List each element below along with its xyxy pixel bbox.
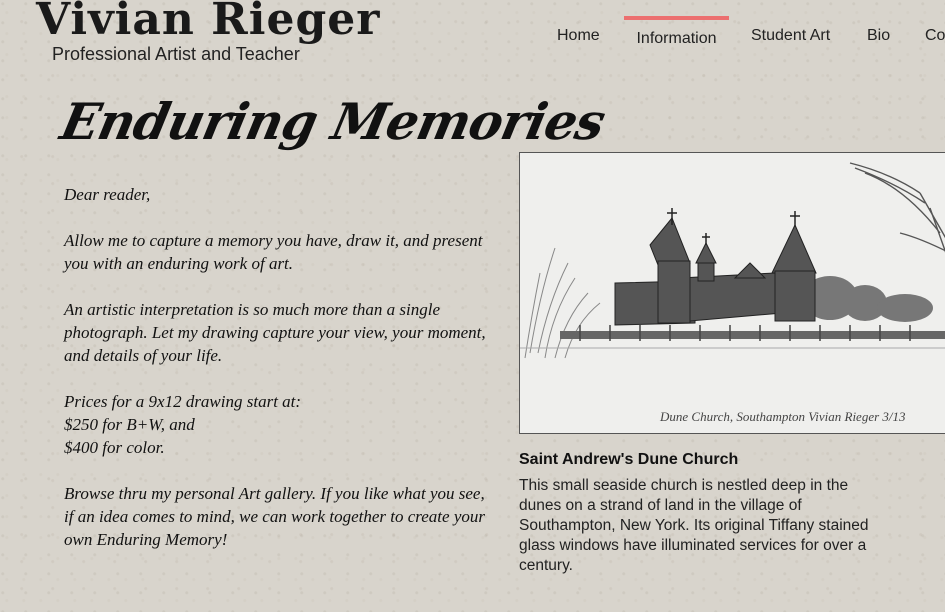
body-copy: Dear reader, Allow me to capture a memor… bbox=[64, 183, 494, 574]
page-heading: Enduring Memories bbox=[55, 92, 610, 151]
prices-line: Prices for a 9x12 drawing start at: bbox=[64, 392, 302, 411]
prices-paragraph: Prices for a 9x12 drawing start at: $250… bbox=[64, 390, 494, 459]
artwork-title: Saint Andrew's Dune Church bbox=[519, 451, 739, 468]
nav-contact[interactable]: Co bbox=[925, 17, 945, 55]
price-color: $400 for color. bbox=[64, 438, 165, 457]
artwork-description: This small seaside church is nestled dee… bbox=[519, 477, 869, 574]
intro-paragraph: Allow me to capture a memory you have, d… bbox=[64, 231, 483, 273]
price-bw: $250 for B+W, and bbox=[64, 415, 195, 434]
greeting-paragraph: Dear reader, bbox=[64, 185, 151, 204]
dune-church-drawing: Dune Church, Southampton Vivian Rieger 3… bbox=[520, 153, 945, 433]
interpretation-paragraph: An artistic interpretation is so much mo… bbox=[64, 300, 486, 365]
nav-home[interactable]: Home bbox=[557, 17, 600, 55]
nav-information[interactable]: Information bbox=[624, 16, 729, 58]
site-title[interactable]: Vivian Rieger bbox=[36, 0, 380, 45]
artwork-signature: Dune Church, Southampton Vivian Rieger 3… bbox=[659, 409, 906, 424]
nav-student-art[interactable]: Student Art bbox=[751, 17, 830, 55]
site-tagline: Professional Artist and Teacher bbox=[52, 44, 300, 64]
gallery-paragraph: Browse thru my personal Art gallery. If … bbox=[64, 484, 485, 549]
nav-bio[interactable]: Bio bbox=[867, 17, 890, 55]
artwork-image[interactable]: Dune Church, Southampton Vivian Rieger 3… bbox=[519, 152, 945, 434]
